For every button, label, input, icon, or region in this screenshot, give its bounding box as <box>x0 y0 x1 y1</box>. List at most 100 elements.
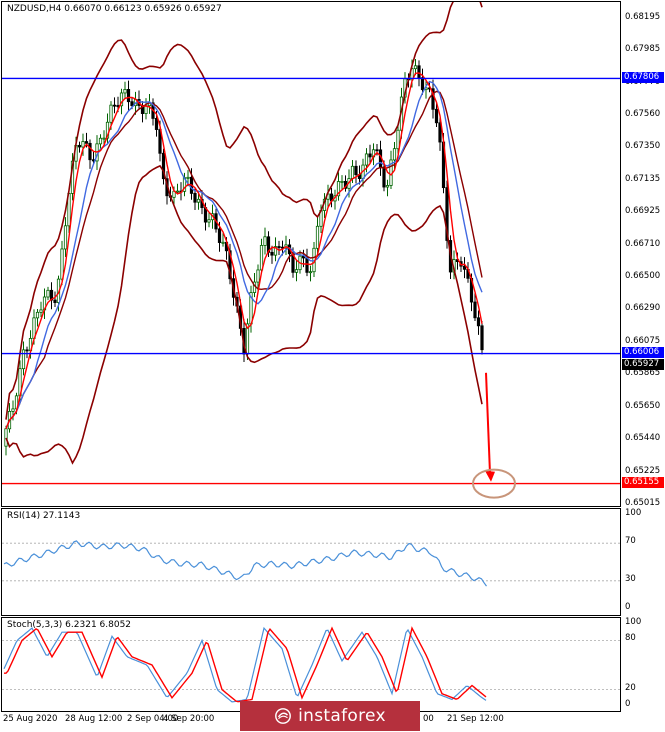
price-tick-label: 0.67350 <box>625 141 661 152</box>
ohlc-values: 0.66070 0.66123 0.65926 0.65927 <box>64 4 222 14</box>
candle-body <box>207 219 211 223</box>
price-candle <box>476 310 481 335</box>
price-candle <box>480 321 484 355</box>
price-candle <box>424 81 428 99</box>
candle-body <box>473 301 477 319</box>
instaforex-watermark: instaforex <box>240 701 420 731</box>
price-candle <box>63 217 68 257</box>
price-candle <box>53 291 57 308</box>
price-axis[interactable]: 0.681950.679850.677700.675600.673500.671… <box>621 1 665 508</box>
price-candle <box>137 90 141 110</box>
chart-window: NZDUSD,H4 0.66070 0.66123 0.65926 0.6592… <box>0 0 665 732</box>
candle-body <box>256 269 260 283</box>
price-candle <box>385 179 390 197</box>
stochastic-pane[interactable]: Stoch(5,3,3) 6.2321 6.8052 <box>1 617 621 712</box>
candle-body <box>375 149 379 152</box>
candle-body <box>315 225 320 249</box>
stochastic-signal-line <box>4 626 487 703</box>
candle-body <box>217 228 222 243</box>
price-tick-label: 0.67560 <box>625 109 661 120</box>
stochastic-tick-label: 80 <box>625 633 636 644</box>
price-candle <box>308 265 313 282</box>
rsi-canvas[interactable] <box>2 509 621 616</box>
stochastic-main-line <box>3 626 487 703</box>
price-candle <box>336 172 341 201</box>
candle-body <box>263 236 267 246</box>
rsi-pane[interactable]: RSI(14) 27.1143 <box>1 508 621 616</box>
candle-body <box>413 65 418 70</box>
rsi-title: RSI(14) 27.1143 <box>7 511 81 521</box>
price-candle <box>35 308 40 327</box>
price-candle <box>263 227 267 255</box>
rsi-tick-label: 100 <box>625 508 642 518</box>
time-axis-label: 25 Aug 2020 <box>3 714 58 724</box>
price-candle <box>371 143 376 166</box>
price-candle <box>126 80 131 111</box>
bollinger-lower-band <box>5 164 483 465</box>
time-axis-label: 21 Sep 12:00 <box>447 714 504 724</box>
rsi-axis: 100 70 30 0 <box>621 508 665 616</box>
price-tick-label: 0.66290 <box>625 303 661 314</box>
price-candle <box>112 97 117 114</box>
candle-body <box>354 165 358 176</box>
candle-body <box>46 289 50 298</box>
candle-body <box>368 153 372 158</box>
candle-body <box>196 198 201 203</box>
stochastic-title: Stoch(5,3,3) 6.2321 6.8052 <box>7 620 132 630</box>
stochastic-canvas[interactable] <box>2 618 621 712</box>
candle-body <box>53 299 57 303</box>
candle-body <box>417 65 421 79</box>
price-candle <box>49 282 54 310</box>
rsi-tick-label: 0 <box>625 602 631 612</box>
candle-body <box>308 271 313 274</box>
price-candle <box>77 141 82 153</box>
candle-body <box>480 325 484 351</box>
price-tick-label: 0.65440 <box>625 433 661 444</box>
stochastic-tick-label: 20 <box>625 682 636 693</box>
candle-body <box>476 317 481 327</box>
price-level-tag: 0.66006 <box>622 347 664 359</box>
price-candle <box>431 79 435 119</box>
candle-body <box>364 153 369 166</box>
price-tick-label: 0.68195 <box>625 12 661 22</box>
price-candle <box>294 260 299 282</box>
watermark-text: instaforex <box>298 706 386 726</box>
candle-body <box>277 246 281 248</box>
stochastic-tick-label: 0 <box>625 699 631 709</box>
symbol-header: NZDUSD,H4 0.66070 0.66123 0.65926 0.6592… <box>7 4 222 14</box>
price-tick-label: 0.67135 <box>625 174 661 184</box>
candle-body <box>350 165 355 179</box>
price-candle <box>88 139 92 169</box>
price-candle <box>39 301 43 318</box>
price-chart-canvas[interactable] <box>2 2 621 507</box>
candle-body <box>305 257 309 273</box>
price-candle <box>343 175 348 192</box>
candle-body <box>35 311 40 319</box>
candle-body <box>154 118 159 130</box>
price-candle <box>207 212 211 228</box>
candle-body <box>126 89 131 103</box>
price-candle <box>123 81 127 98</box>
price-level-tag: 0.67806 <box>622 71 664 83</box>
candle-body <box>77 144 82 148</box>
price-candle <box>140 101 145 123</box>
candle-body <box>63 225 68 250</box>
candle-body <box>221 241 225 244</box>
candle-body <box>259 245 264 271</box>
candle-body <box>81 141 85 148</box>
rsi-tick-label: 70 <box>625 536 636 547</box>
candle-body <box>84 141 89 144</box>
price-candle <box>7 403 12 433</box>
candle-body <box>382 166 386 188</box>
forecast-arrow-line <box>485 372 491 474</box>
rsi-tick-label: 30 <box>625 573 636 584</box>
price-tick-label: 0.65225 <box>625 465 661 476</box>
symbol-name: NZDUSD,H4 <box>7 4 62 14</box>
candle-body <box>193 192 197 203</box>
price-tick-label: 0.66925 <box>625 206 661 217</box>
price-candle <box>161 148 166 185</box>
price-tick-label: 0.65650 <box>625 400 661 411</box>
price-chart-pane[interactable]: NZDUSD,H4 0.66070 0.66123 0.65926 0.6592… <box>1 1 621 507</box>
stochastic-tick-label: 100 <box>625 617 642 627</box>
candle-body <box>420 77 425 91</box>
